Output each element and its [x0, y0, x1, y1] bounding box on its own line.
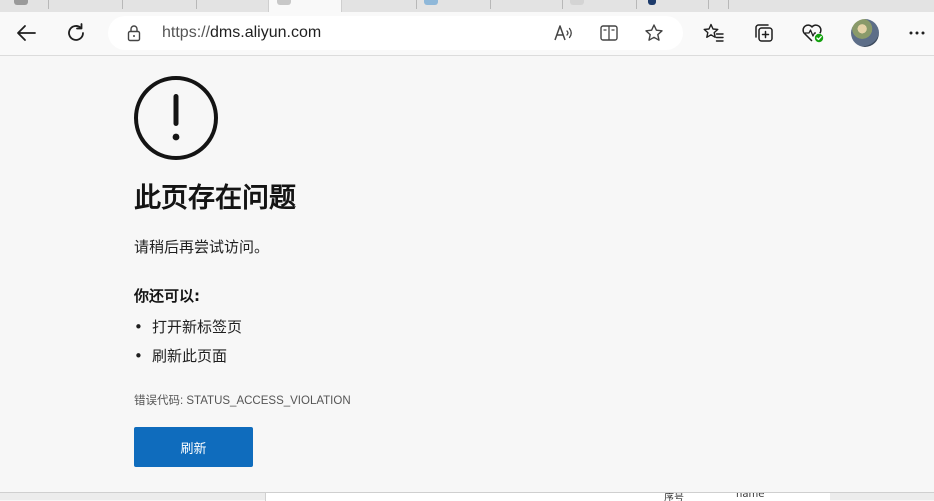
tab-divider: [416, 0, 417, 9]
background-column-header: name: [736, 493, 765, 500]
read-aloud-icon: [554, 25, 572, 41]
add-favorite-button[interactable]: [639, 18, 669, 48]
suggestions-heading: 你还可以:: [134, 287, 200, 305]
tab-divider: [562, 0, 563, 9]
tab-strip: [0, 0, 934, 12]
tab-favicon: [14, 0, 28, 5]
lock-icon[interactable]: [126, 24, 142, 42]
tab-active[interactable]: [268, 0, 342, 12]
tab-divider: [708, 0, 709, 9]
reading-view-icon: [600, 25, 618, 41]
browser-essentials-button[interactable]: [798, 18, 828, 48]
back-button[interactable]: [11, 18, 41, 48]
read-aloud-button[interactable]: [549, 18, 579, 48]
more-icon: [909, 31, 925, 35]
url-text[interactable]: https://dms.aliyun.com: [162, 16, 321, 50]
tab-divider: [490, 0, 491, 9]
bullet: •: [134, 347, 143, 365]
error-exclamation-icon: [134, 76, 218, 160]
error-code: 错误代码: STATUS_ACCESS_VIOLATION: [134, 395, 351, 407]
reload-icon: [68, 23, 84, 41]
star-icon: [645, 24, 663, 41]
favorites-icon: [703, 23, 724, 42]
address-bar[interactable]: https://dms.aliyun.com: [108, 16, 683, 50]
profile-avatar[interactable]: [851, 19, 879, 47]
error-page: 此页存在问题 请稍后再尝试访问。 你还可以: • 打开新标签页 • 刷新此页面 …: [0, 56, 934, 500]
tab-favicon: [277, 0, 291, 5]
error-description: 请稍后再尝试访问。: [134, 238, 270, 256]
favorites-button[interactable]: [699, 18, 729, 48]
url-host: dms.aliyun.com: [210, 24, 322, 41]
tab-favicon: [648, 0, 656, 5]
collections-icon: [755, 24, 773, 42]
tab-divider: [48, 0, 49, 9]
reload-button[interactable]: [61, 18, 91, 48]
suggestion-refresh-page: • 刷新此页面: [134, 345, 242, 374]
error-title: 此页存在问题: [134, 183, 296, 214]
more-options-button[interactable]: [902, 18, 932, 48]
background-window: 序号 name: [0, 492, 934, 501]
tab-divider: [636, 0, 637, 9]
back-arrow-icon: [17, 25, 36, 41]
tab-divider: [728, 0, 729, 9]
refresh-button[interactable]: 刷新: [134, 427, 253, 467]
tab-favicon: [570, 0, 584, 5]
tab-divider: [196, 0, 197, 9]
browser-essentials-icon: [802, 24, 824, 43]
suggestion-text: 刷新此页面: [152, 347, 228, 365]
tab-divider: [122, 0, 123, 9]
tab-favicon: [424, 0, 438, 5]
reading-view-button[interactable]: [594, 18, 624, 48]
browser-toolbar: https://dms.aliyun.com: [0, 12, 934, 56]
url-scheme: https://: [162, 24, 211, 41]
bullet: •: [134, 318, 143, 336]
suggestions-list: • 打开新标签页 • 刷新此页面: [134, 316, 242, 374]
suggestion-open-new-tab: • 打开新标签页: [134, 316, 242, 345]
suggestion-text: 打开新标签页: [152, 318, 243, 336]
collections-button[interactable]: [749, 18, 779, 48]
